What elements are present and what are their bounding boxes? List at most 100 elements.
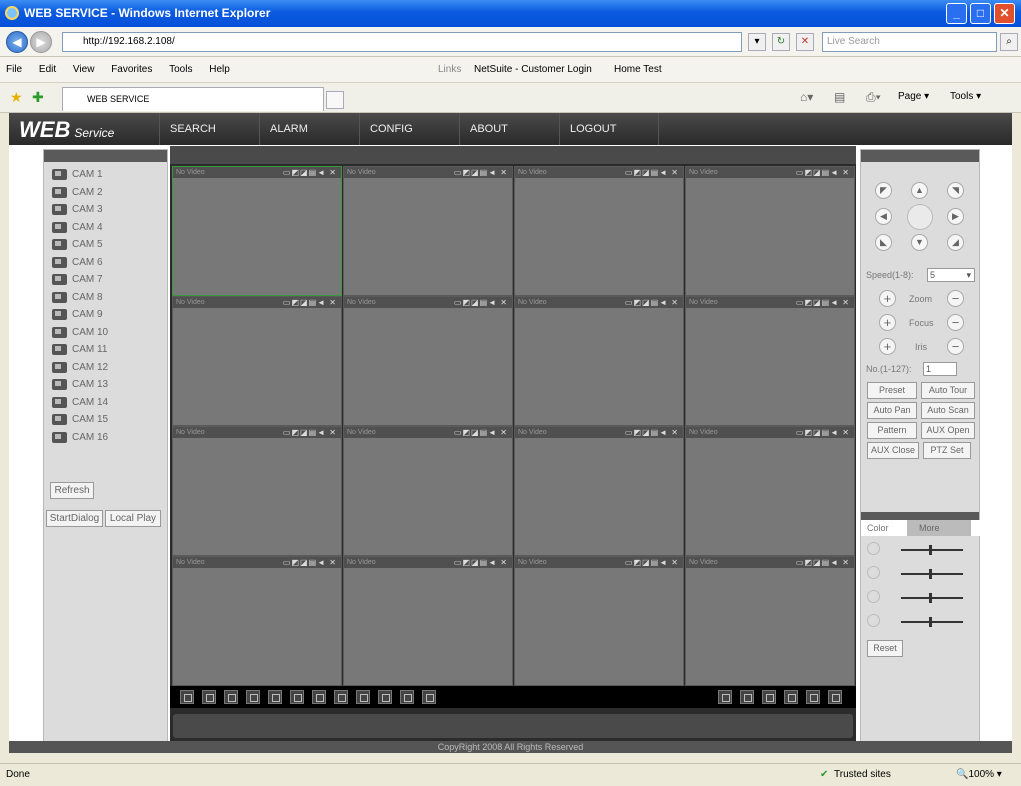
add-favorite-icon[interactable]: ✚ [32, 89, 44, 106]
video-tile[interactable]: No Video ▭◩◪▤◄ ✕ [685, 166, 855, 296]
layout-button[interactable] [334, 690, 348, 704]
tile-control-icons[interactable]: ▭◩◪▤◄ ✕ [625, 297, 679, 308]
video-tile[interactable]: No Video ▭◩◪▤◄ ✕ [172, 296, 342, 426]
layout-button[interactable] [290, 690, 304, 704]
split-mode-button[interactable] [762, 690, 776, 704]
tile-control-icons[interactable]: ▭◩◪▤◄ ✕ [454, 427, 508, 438]
ptz-set-button[interactable]: PTZ Set [923, 442, 971, 459]
camera-item[interactable]: CAM 13 [44, 376, 167, 394]
search-input[interactable]: Live Search [822, 32, 997, 52]
layout-button[interactable] [180, 690, 194, 704]
iris-open-icon[interactable]: + [879, 338, 896, 355]
ptz-down-left-icon[interactable]: ◣ [875, 234, 892, 251]
video-tile[interactable]: No Video ▭◩◪▤◄ ✕ [343, 296, 513, 426]
ptz-up-left-icon[interactable]: ◤ [875, 182, 892, 199]
back-button[interactable]: ◀ [6, 31, 28, 53]
video-tile[interactable]: No Video ▭◩◪▤◄ ✕ [172, 166, 342, 296]
pattern-button[interactable]: Pattern [867, 422, 917, 439]
layout-button[interactable] [378, 690, 392, 704]
tab-web-service[interactable]: WEB SERVICE [62, 87, 324, 111]
tile-control-icons[interactable]: ▭◩◪▤◄ ✕ [283, 557, 337, 568]
iris-close-icon[interactable]: − [947, 338, 964, 355]
favorites-star-icon[interactable]: ★ [10, 89, 23, 106]
layout-button[interactable] [268, 690, 282, 704]
saturation-slider[interactable] [901, 593, 963, 603]
layout-button[interactable] [400, 690, 414, 704]
video-tile[interactable]: No Video ▭◩◪▤◄ ✕ [343, 556, 513, 686]
local-play-button[interactable]: Local Play [105, 510, 161, 527]
focus-out-icon[interactable]: − [947, 314, 964, 331]
nav-alarm[interactable]: ALARM [259, 113, 359, 145]
menu-tools[interactable]: Tools [169, 64, 192, 75]
menu-view[interactable]: View [73, 64, 95, 75]
menu-help[interactable]: Help [209, 64, 230, 75]
link-home-test[interactable]: Home Test [614, 57, 662, 83]
camera-item[interactable]: CAM 11 [44, 341, 167, 359]
ptz-down-icon[interactable]: ▼ [911, 234, 928, 251]
layout-button[interactable] [224, 690, 238, 704]
link-netsuite[interactable]: NetSuite - Customer Login [474, 57, 592, 83]
ptz-up-icon[interactable]: ▲ [911, 182, 928, 199]
layout-button[interactable] [422, 690, 436, 704]
camera-item[interactable]: CAM 5 [44, 236, 167, 254]
aux-open-button[interactable]: AUX Open [921, 422, 975, 439]
camera-item[interactable]: CAM 12 [44, 359, 167, 377]
video-tile[interactable]: No Video ▭◩◪▤◄ ✕ [685, 426, 855, 556]
camera-item[interactable]: CAM 7 [44, 271, 167, 289]
tile-control-icons[interactable]: ▭◩◪▤◄ ✕ [454, 557, 508, 568]
split-mode-button[interactable] [740, 690, 754, 704]
video-tile[interactable]: No Video ▭◩◪▤◄ ✕ [685, 556, 855, 686]
print-icon[interactable]: ⎙▾ [866, 90, 881, 105]
tile-control-icons[interactable]: ▭◩◪▤◄ ✕ [796, 427, 850, 438]
video-tile[interactable]: No Video ▭◩◪▤◄ ✕ [685, 296, 855, 426]
aux-close-button[interactable]: AUX Close [867, 442, 919, 459]
hue-slider[interactable] [901, 617, 963, 627]
video-tile[interactable]: No Video ▭◩◪▤◄ ✕ [514, 556, 684, 686]
tab-color[interactable]: Color [867, 523, 889, 533]
video-tile[interactable]: No Video ▭◩◪▤◄ ✕ [343, 426, 513, 556]
tile-control-icons[interactable]: ▭◩◪▤◄ ✕ [796, 557, 850, 568]
nav-about[interactable]: ABOUT [459, 113, 559, 145]
nav-search[interactable]: SEARCH [159, 113, 259, 145]
zoom-level[interactable]: 🔍100% ▾ [956, 764, 1002, 786]
camera-item[interactable]: CAM 10 [44, 324, 167, 342]
brightness-slider[interactable] [901, 545, 963, 555]
speed-select[interactable]: 5 ▾ [927, 268, 975, 282]
camera-item[interactable]: CAM 2 [44, 184, 167, 202]
page-menu[interactable]: Page ▾ [898, 91, 929, 102]
camera-item[interactable]: CAM 14 [44, 394, 167, 412]
tile-control-icons[interactable]: ▭◩◪▤◄ ✕ [625, 427, 679, 438]
menu-file[interactable]: File [6, 64, 22, 75]
tile-control-icons[interactable]: ▭◩◪▤◄ ✕ [283, 167, 337, 178]
ptz-right-icon[interactable]: ▶ [947, 208, 964, 225]
tile-control-icons[interactable]: ▭◩◪▤◄ ✕ [796, 167, 850, 178]
preset-button[interactable]: Preset [867, 382, 917, 399]
ptz-up-right-icon[interactable]: ◥ [947, 182, 964, 199]
new-tab-button[interactable] [326, 91, 344, 109]
split-mode-button[interactable] [806, 690, 820, 704]
tools-menu[interactable]: Tools ▾ [950, 91, 981, 102]
minimize-button[interactable]: _ [946, 3, 967, 24]
ptz-left-icon[interactable]: ◀ [875, 208, 892, 225]
video-tile[interactable]: No Video ▭◩◪▤◄ ✕ [172, 556, 342, 686]
ptz-center-button[interactable] [907, 204, 933, 230]
camera-item[interactable]: CAM 6 [44, 254, 167, 272]
camera-item[interactable]: CAM 1 [44, 166, 167, 184]
start-dialog-button[interactable]: StartDialog [46, 510, 103, 527]
stop-icon[interactable]: ✕ [796, 33, 814, 51]
feeds-icon[interactable]: ▤ [834, 90, 845, 104]
tile-control-icons[interactable]: ▭◩◪▤◄ ✕ [454, 167, 508, 178]
focus-in-icon[interactable]: + [879, 314, 896, 331]
video-tile[interactable]: No Video ▭◩◪▤◄ ✕ [172, 426, 342, 556]
tile-control-icons[interactable]: ▭◩◪▤◄ ✕ [625, 167, 679, 178]
layout-button[interactable] [202, 690, 216, 704]
preset-number-input[interactable]: 1 [923, 362, 957, 376]
tile-control-icons[interactable]: ▭◩◪▤◄ ✕ [796, 297, 850, 308]
tab-more[interactable]: More [907, 520, 971, 536]
tile-control-icons[interactable]: ▭◩◪▤◄ ✕ [283, 427, 337, 438]
zoom-in-icon[interactable]: + [879, 290, 896, 307]
nav-config[interactable]: CONFIG [359, 113, 459, 145]
auto-pan-button[interactable]: Auto Pan [867, 402, 917, 419]
split-mode-button[interactable] [784, 690, 798, 704]
auto-tour-button[interactable]: Auto Tour [921, 382, 975, 399]
